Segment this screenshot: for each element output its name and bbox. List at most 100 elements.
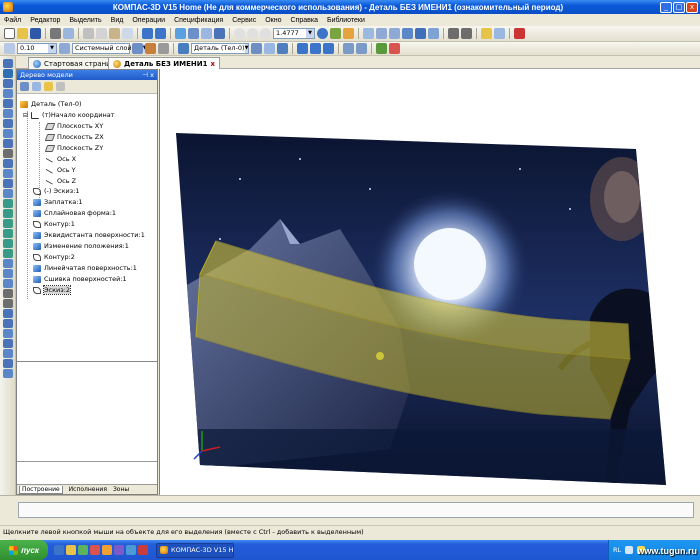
hidden-lines-icon[interactable]	[389, 28, 400, 39]
explorer-icon[interactable]	[66, 545, 76, 555]
menu-operations[interactable]: Операции	[132, 17, 165, 24]
grid-icon[interactable]	[4, 43, 15, 54]
tool-ruled-surface-icon[interactable]	[2, 239, 13, 248]
tree-structure-icon[interactable]	[32, 82, 41, 91]
tree-view-icon[interactable]	[20, 82, 29, 91]
arrow-help-icon[interactable]	[514, 28, 525, 39]
ie-icon[interactable]	[54, 545, 64, 555]
tree-item-origin[interactable]: ⊟ (т)Начало координат	[23, 110, 115, 120]
select-icon[interactable]	[277, 43, 288, 54]
tree-item-contour-1[interactable]: Контур:1	[33, 219, 75, 229]
tool-surface-icon[interactable]	[2, 199, 13, 208]
tree-item-plane-zx[interactable]: Плоскость ZX	[44, 132, 104, 142]
tool-plane-icon[interactable]	[2, 289, 13, 298]
tool-section-icon[interactable]	[2, 329, 13, 338]
close-button[interactable]: x	[686, 1, 698, 13]
desktop-icon[interactable]	[126, 545, 136, 555]
print-icon[interactable]	[50, 28, 61, 39]
paste-icon[interactable]	[109, 28, 120, 39]
collapse-icon[interactable]: ⊟	[23, 112, 28, 119]
tool-spec-icon[interactable]	[2, 359, 13, 368]
tab-executions[interactable]: Исполнения	[69, 486, 107, 493]
network-icon[interactable]	[625, 546, 634, 554]
tree-filter-icon[interactable]	[56, 82, 65, 91]
zoom-combo[interactable]: 1.4777 ▼	[273, 28, 315, 39]
media-icon[interactable]	[78, 545, 88, 555]
refresh-icon[interactable]	[317, 28, 328, 39]
properties-field[interactable]	[18, 502, 694, 518]
tab-close-icon[interactable]: x	[210, 60, 215, 68]
maximize-button[interactable]: □	[673, 1, 685, 13]
library-icon[interactable]	[188, 28, 199, 39]
tree-item-axis-y[interactable]: Ось Y	[45, 165, 76, 175]
cut-icon[interactable]	[83, 28, 94, 39]
attributes-icon[interactable]	[343, 43, 354, 54]
tree-item-sketch-2[interactable]: Эскиз:2	[33, 285, 72, 295]
tool-axis-icon[interactable]	[2, 299, 13, 308]
copy-icon[interactable]	[96, 28, 107, 39]
tool-loft-icon[interactable]	[2, 99, 13, 108]
folder-icon[interactable]	[481, 28, 492, 39]
firefox-icon[interactable]	[102, 545, 112, 555]
radius-dimension-icon[interactable]	[323, 43, 334, 54]
measure-icon[interactable]	[494, 28, 505, 39]
menu-file[interactable]: Файл	[4, 17, 21, 24]
tree-item-ruled-surface-1[interactable]: Линейчатая поверхность:1	[33, 263, 137, 273]
panel-pin-close-icon[interactable]: ⊣ x	[142, 71, 154, 79]
menu-specification[interactable]: Спецификация	[174, 17, 223, 24]
tree-item-stitch-1[interactable]: Сшивка поверхностей:1	[33, 274, 127, 284]
tree-item-axis-z[interactable]: Ось Z	[45, 176, 76, 186]
perspective-icon[interactable]	[428, 28, 439, 39]
tool-fillet-icon[interactable]	[2, 129, 13, 138]
snap-icon[interactable]	[461, 28, 472, 39]
title-bar[interactable]: КОМПАС-3D V15 Home (Не для коммерческого…	[0, 0, 700, 14]
tool-edit-icon[interactable]	[2, 369, 13, 378]
tree-item-axis-x[interactable]: Ось X	[45, 154, 76, 164]
open-folder-icon[interactable]	[17, 28, 28, 39]
filter-objects-icon[interactable]	[264, 43, 275, 54]
tree-item-move-1[interactable]: Изменение положения:1	[33, 241, 129, 251]
tool-revolve-icon[interactable]	[2, 89, 13, 98]
tool-helix-icon[interactable]	[2, 279, 13, 288]
filter-icon[interactable]	[448, 28, 459, 39]
tool-mass-icon[interactable]	[2, 319, 13, 328]
menu-editor[interactable]: Редактор	[30, 17, 60, 24]
tree-sort-icon[interactable]	[44, 82, 53, 91]
tool-mirror-icon[interactable]	[2, 189, 13, 198]
dimension-icon[interactable]	[297, 43, 308, 54]
language-indicator[interactable]: RL	[613, 546, 621, 554]
menu-service[interactable]: Сервис	[232, 17, 256, 24]
opera-icon[interactable]	[90, 545, 100, 555]
angle-dimension-icon[interactable]	[310, 43, 321, 54]
view-orientation-icon[interactable]	[363, 28, 374, 39]
new-file-icon[interactable]	[4, 28, 15, 39]
tool-spline-surface-icon[interactable]	[2, 219, 13, 228]
model-viewport[interactable]	[159, 69, 700, 495]
tab-construction[interactable]: Построение	[19, 485, 63, 494]
tool-shell-icon[interactable]	[2, 159, 13, 168]
zoom-window-icon[interactable]	[247, 28, 258, 39]
manager-icon[interactable]	[175, 28, 186, 39]
part-icon[interactable]	[178, 43, 189, 54]
wireframe-icon[interactable]	[376, 28, 387, 39]
layer-icon[interactable]	[59, 43, 70, 54]
rotate-icon[interactable]	[343, 28, 354, 39]
menu-view[interactable]: Вид	[111, 17, 124, 24]
tool-measure-icon[interactable]	[2, 309, 13, 318]
preview-icon[interactable]	[63, 28, 74, 39]
zoom-out-icon[interactable]	[260, 28, 271, 39]
tree-item-patch-1[interactable]: Заплатка:1	[33, 197, 83, 207]
help-arrow-icon[interactable]	[214, 28, 225, 39]
layer-manager-icon[interactable]	[132, 43, 143, 54]
redo-icon[interactable]	[155, 28, 166, 39]
tool-curve-icon[interactable]	[2, 259, 13, 268]
tool-spline-icon[interactable]	[2, 269, 13, 278]
panel-header[interactable]: Дерево модели ⊣ x	[17, 70, 157, 80]
menu-libraries[interactable]: Библиотеки	[327, 17, 365, 24]
part-list-icon[interactable]	[251, 43, 262, 54]
tree-item-offset-surface-1[interactable]: Эквидистанта поверхности:1	[33, 230, 145, 240]
color-icon[interactable]	[145, 43, 156, 54]
tool-drawing-icon[interactable]	[2, 339, 13, 348]
undo-icon[interactable]	[142, 28, 153, 39]
zoom-in-icon[interactable]	[234, 28, 245, 39]
